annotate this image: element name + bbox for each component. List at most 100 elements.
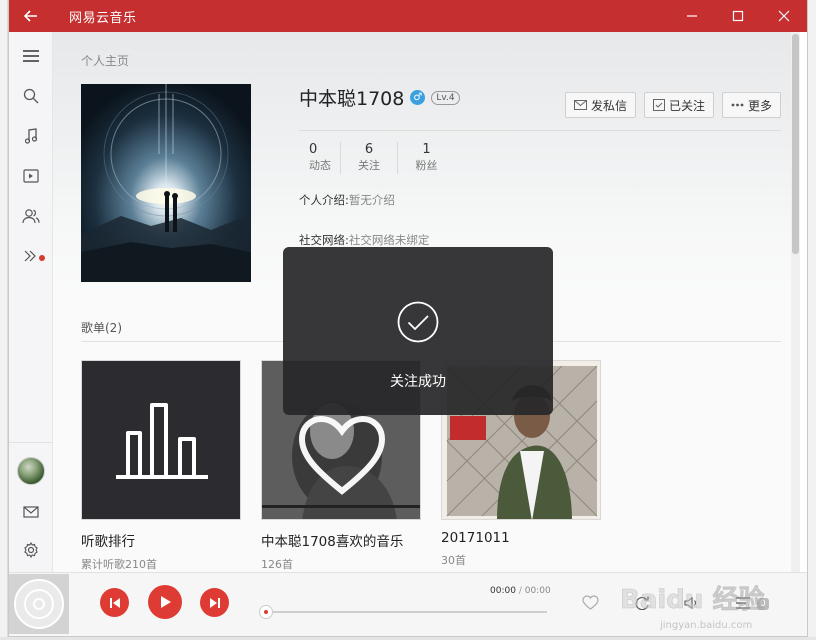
stat-fans-label: 粉丝 [415,159,438,172]
intro-row: 个人介绍:暂无介绍 [299,192,395,208]
close-button[interactable] [761,0,807,32]
main-content: 个人主页 中本聪1708 ♂ Lv.4 发私信 已关注 更多 0 动态 6 关注… [53,32,800,572]
time-total: 00:00 [524,586,551,596]
now-playing-cover[interactable] [9,574,69,634]
close-icon [778,10,790,22]
title-bar: 网易云音乐 [9,0,807,32]
app-window: 网易云音乐 个人主页 中本聪1708 ♂ Lv.4 发私信 已关注 更多 0 动… [8,0,808,637]
search-button[interactable] [9,82,53,110]
playlist-name[interactable]: 听歌排行 [81,530,241,550]
time-display: 00:00 / 00:00 [490,586,551,596]
maximize-button[interactable] [715,0,761,32]
playlist-card[interactable]: 听歌排行 累计听歌210首 [81,360,241,572]
social-label: 社交网络: [299,233,349,247]
time-separator: / [518,586,522,596]
breadcrumb: 个人主页 [81,54,130,68]
like-button[interactable] [582,595,599,610]
menu-button[interactable] [9,42,53,70]
scrollbar[interactable] [791,32,800,572]
desktop-left-edge [0,0,8,640]
more-button[interactable] [9,242,53,270]
window-controls [669,0,807,32]
followed-label: 已关注 [668,98,705,113]
playlist-count: 126首 [261,558,293,571]
stat-fans[interactable]: 1 粉丝 [398,142,455,174]
ranking-chart-icon [116,403,208,479]
heart-icon [582,595,599,610]
playlist-count: 30首 [441,554,466,567]
minimize-button[interactable] [669,0,715,32]
stat-events-label: 动态 [309,159,331,172]
menu-icon [23,50,39,62]
scrollbar-thumb[interactable] [792,34,799,254]
more-label: 更多 [747,98,772,113]
previous-button[interactable] [100,588,129,617]
stat-following-label: 关注 [358,159,380,172]
send-message-label: 发私信 [590,98,627,113]
intro-value: 暂无介绍 [348,193,395,207]
friends-button[interactable] [9,202,53,230]
maximize-icon [732,10,744,22]
profile-actions: 发私信 已关注 更多 [564,92,781,118]
stat-events[interactable]: 0 动态 [299,142,341,174]
playlist-cover[interactable] [81,360,241,520]
play-button[interactable] [148,585,182,619]
level-badge: Lv.4 [431,90,460,105]
follow-success-toast: 关注成功 [283,247,553,415]
profile-name-row: 中本聪1708 ♂ Lv.4 [299,84,460,111]
watermark-logo: Baidu 经验 [620,584,764,615]
checkbox-icon [652,99,665,111]
back-arrow-icon [24,10,37,22]
window-title: 网易云音乐 [69,10,137,26]
baidu-watermark: Baidu 经验 jingyan.baidu.com [620,578,810,636]
followed-button[interactable]: 已关注 [643,92,714,118]
profile-stats: 0 动态 6 关注 1 粉丝 [299,142,455,174]
video-icon [23,169,39,183]
time-current: 00:00 [490,586,516,596]
stat-fans-value: 1 [422,142,431,157]
social-value: 社交网络未绑定 [348,233,430,247]
search-icon [23,88,39,104]
minimize-icon [687,15,697,17]
more-actions-button[interactable]: 更多 [721,92,781,118]
video-button[interactable] [9,162,53,190]
profile-divider [299,130,781,131]
play-icon [161,596,171,608]
settings-icon [24,542,38,558]
username: 中本聪1708 [299,88,405,110]
mail-icon [23,506,39,518]
back-button[interactable] [9,0,53,32]
rail-divider [9,442,53,443]
profile-cover-image [81,84,251,282]
stat-following-value: 6 [364,142,374,157]
avatar[interactable] [17,457,45,485]
mail-button[interactable] [9,498,53,526]
checkmark-circle-icon [397,301,439,343]
left-rail [9,32,53,572]
settings-button[interactable] [9,536,53,564]
stat-events-value: 0 [309,142,318,157]
intro-label: 个人介绍: [299,193,349,207]
skip-next-icon [209,597,220,608]
playlist-count: 累计听歌210首 [81,558,157,571]
social-row: 社交网络:社交网络未绑定 [299,232,429,248]
mail-icon [573,100,587,110]
notification-dot [39,255,45,261]
progress-knob[interactable] [259,605,273,619]
toast-message: 关注成功 [390,374,446,390]
skip-previous-icon [109,597,120,608]
ellipsis-icon [731,103,744,107]
send-message-button[interactable]: 发私信 [564,92,636,118]
friends-icon [22,209,40,224]
more-arrow-icon [24,250,36,262]
stat-following[interactable]: 6 关注 [341,142,398,174]
progress-bar[interactable] [259,605,547,619]
gender-male-icon: ♂ [410,90,426,105]
next-button[interactable] [200,588,229,617]
playlists-section-title: 歌单(2) [81,321,122,335]
playlist-name[interactable]: 中本聪1708喜欢的音乐 [261,530,421,550]
music-button[interactable] [9,122,53,150]
music-note-icon [24,128,38,144]
disc-icon [14,579,64,629]
playlist-name[interactable]: 20171011 [441,530,601,546]
